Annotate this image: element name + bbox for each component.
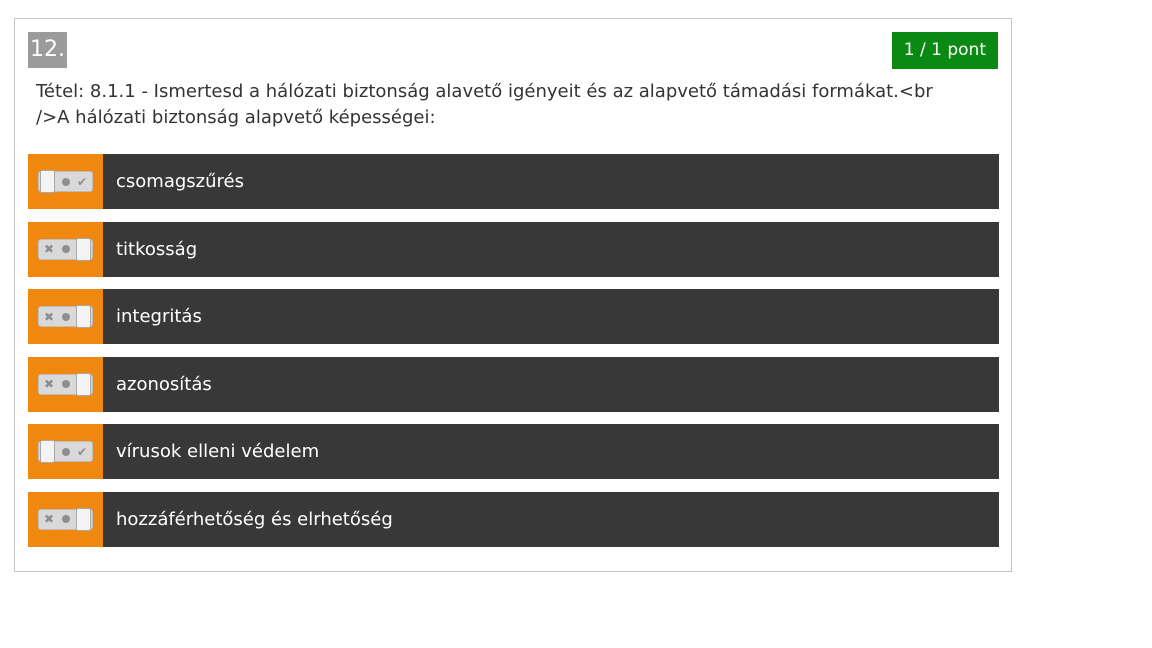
tristate-toggle[interactable]: ✖ ✔: [38, 305, 93, 329]
toggle-thumb[interactable]: [76, 237, 91, 261]
toggle-thumb[interactable]: [76, 507, 91, 531]
toggle-thumb[interactable]: [76, 305, 91, 329]
answer-option[interactable]: ✖ ✔ integritás: [28, 289, 999, 345]
dot-icon: [61, 380, 70, 389]
check-icon: ✔: [76, 174, 88, 189]
x-icon: ✖: [43, 377, 55, 392]
option-label: hozzáférhetőség és elrhetőség: [116, 508, 393, 530]
answer-option[interactable]: ✖ ✔ titkosság: [28, 221, 999, 277]
answer-option[interactable]: ✖ ✔ hozzáférhetőség és elrhetőség: [28, 491, 999, 547]
toggle-thumb[interactable]: [40, 170, 55, 193]
toggle-cell[interactable]: ✖ ✔: [28, 491, 103, 547]
tristate-toggle[interactable]: ✖ ✔: [38, 440, 93, 464]
question-number: 12.: [28, 32, 67, 68]
tristate-toggle[interactable]: ✖ ✔: [38, 507, 93, 531]
option-label: integritás: [116, 306, 202, 328]
option-label: csomagszűrés: [116, 171, 244, 192]
toggle-thumb[interactable]: [76, 372, 91, 396]
answer-option[interactable]: ✖ ✔ vírusok elleni védelem: [28, 424, 999, 480]
tristate-toggle[interactable]: ✖ ✔: [38, 372, 93, 396]
x-icon: ✖: [43, 242, 55, 257]
tristate-toggle[interactable]: ✖ ✔: [38, 170, 93, 193]
question-text: Tétel: 8.1.1 - Ismertesd a hálózati bizt…: [36, 81, 933, 128]
dot-icon: [61, 177, 70, 186]
dot-icon: [61, 245, 70, 254]
check-icon: ✔: [76, 444, 88, 459]
dot-icon: [61, 312, 70, 321]
question-card: 12. 1 / 1 pont Tétel: 8.1.1 - Ismertesd …: [14, 18, 1012, 572]
answer-options: ✖ ✔ csomagszűrés ✖ ✔ titkosság: [28, 154, 999, 560]
toggle-cell[interactable]: ✖ ✔: [28, 221, 103, 277]
toggle-thumb[interactable]: [40, 440, 55, 464]
tristate-toggle[interactable]: ✖ ✔: [38, 237, 93, 261]
toggle-cell[interactable]: ✖ ✔: [28, 154, 103, 209]
score-badge: 1 / 1 pont: [891, 32, 998, 69]
answer-option[interactable]: ✖ ✔ csomagszűrés: [28, 154, 999, 209]
toggle-cell[interactable]: ✖ ✔: [28, 424, 103, 480]
dot-icon: [61, 447, 70, 456]
toggle-cell[interactable]: ✖ ✔: [28, 356, 103, 412]
answer-option[interactable]: ✖ ✔ azonosítás: [28, 356, 999, 412]
option-label: titkosság: [116, 238, 198, 260]
option-label: vírusok elleni védelem: [116, 441, 320, 463]
x-icon: ✖: [43, 309, 55, 324]
option-label: azonosítás: [116, 373, 212, 395]
toggle-cell[interactable]: ✖ ✔: [28, 289, 103, 345]
x-icon: ✖: [43, 512, 55, 527]
dot-icon: [61, 515, 70, 524]
